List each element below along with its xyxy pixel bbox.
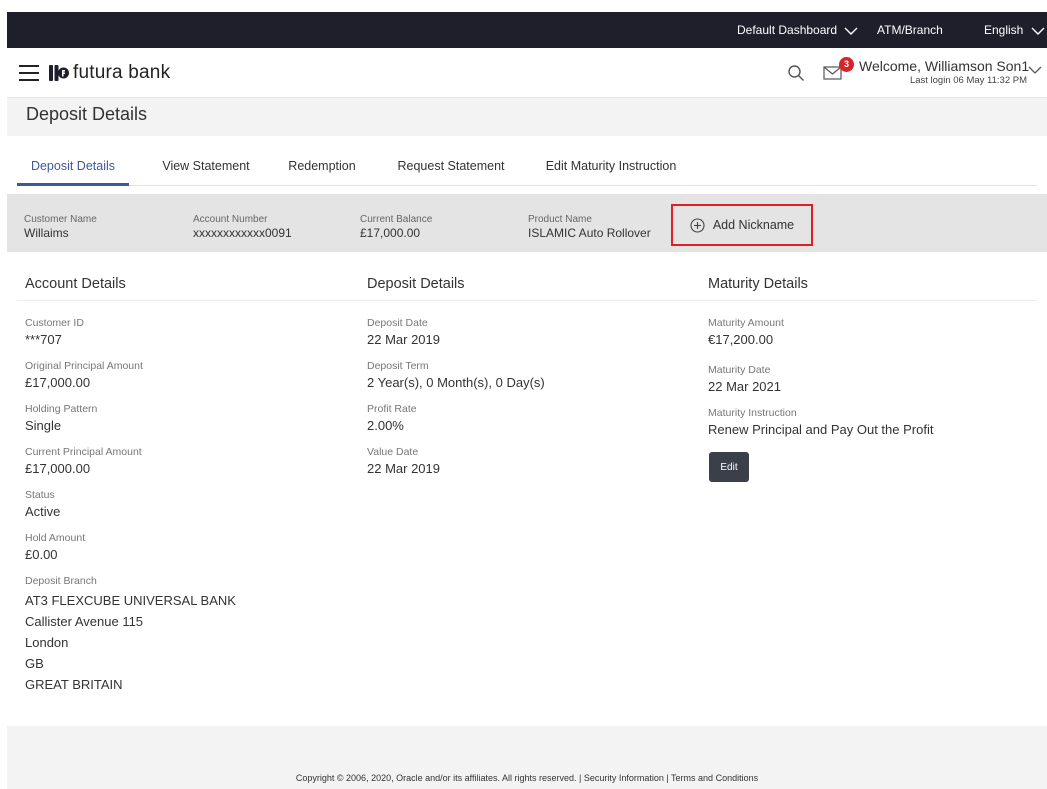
customer-name-summary: Customer Name Willaims <box>24 214 97 240</box>
branch-city: London <box>25 635 69 650</box>
customer-name-value: Willaims <box>24 226 69 240</box>
brand-name: futura bank <box>73 62 171 83</box>
tab-redemption[interactable]: Redemption <box>283 146 361 186</box>
field-label: Deposit Term <box>367 360 429 372</box>
field-value: £17,000.00 <box>25 375 91 390</box>
account-number-summary: Account Number xxxxxxxxxxxx0091 <box>193 214 292 240</box>
dashboard-selector[interactable]: Default Dashboard <box>737 12 858 48</box>
last-login-text: Last login 06 May 11:32 PM <box>909 75 1027 86</box>
field-label: Deposit Date <box>367 317 428 329</box>
brand-logo[interactable]: futura bank <box>49 60 170 86</box>
account-details-heading: Account Details <box>25 276 126 292</box>
holding-pattern-field: Holding Pattern Single <box>25 403 97 433</box>
deposit-details-heading: Deposit Details <box>367 276 465 292</box>
current-balance-label: Current Balance <box>360 214 433 225</box>
maturity-amount-field: Maturity Amount €17,200.00 <box>708 317 784 347</box>
field-label: Maturity Amount <box>708 317 784 329</box>
tab-bar: Deposit Details View Statement Redemptio… <box>17 146 1037 186</box>
account-number-value: xxxxxxxxxxxx0091 <box>193 226 292 240</box>
field-value: Single <box>25 418 62 433</box>
add-circle-icon <box>690 217 705 233</box>
page-title: Deposit Details <box>26 104 148 124</box>
footer-copyright: Copyright © 2006, 2020, Oracle and/or it… <box>295 773 759 783</box>
menu-icon[interactable] <box>19 65 39 81</box>
tab-deposit-details[interactable]: Deposit Details <box>17 146 129 186</box>
chevron-down-icon <box>1031 27 1045 35</box>
section-divider <box>17 300 1037 301</box>
field-value: 22 Mar 2021 <box>708 379 781 394</box>
branch-country-code: GB <box>25 656 44 671</box>
field-value: €17,200.00 <box>708 332 774 347</box>
language-selector[interactable]: English <box>984 12 1045 48</box>
deposit-card: Deposit Details View Statement Redemptio… <box>7 136 1047 726</box>
current-principal-field: Current Principal Amount £17,000.00 <box>25 446 142 476</box>
tab-edit-maturity-instruction[interactable]: Edit Maturity Instruction <box>535 146 687 186</box>
current-balance-summary: Current Balance £17,000.00 <box>360 214 432 240</box>
maturity-instruction-field: Maturity Instruction Renew Principal and… <box>708 407 933 437</box>
field-label: Customer ID <box>25 317 84 329</box>
maturity-details-heading: Maturity Details <box>708 276 808 292</box>
futura-logo-icon <box>49 65 69 81</box>
field-label: Current Principal Amount <box>25 446 142 458</box>
field-label: Status <box>25 489 55 501</box>
product-name-label: Product Name <box>528 214 592 225</box>
field-value: 22 Mar 2019 <box>367 332 440 347</box>
app-header: futura bank 3 Welcome, Williamson Son1 L… <box>7 48 1047 98</box>
field-value: £0.00 <box>25 547 58 562</box>
customer-id-field: Customer ID ***707 <box>25 317 84 347</box>
product-name-value: ISLAMIC Auto Rollover <box>528 226 651 240</box>
field-value: Active <box>25 504 61 519</box>
chevron-down-icon[interactable] <box>1028 65 1042 75</box>
account-summary-bar: Customer Name Willaims Account Number xx… <box>7 194 1047 252</box>
chevron-down-icon <box>844 27 858 35</box>
field-label: Original Principal Amount <box>25 360 143 372</box>
field-value: 2 Year(s), 0 Month(s), 0 Day(s) <box>367 375 545 390</box>
tab-request-statement[interactable]: Request Statement <box>389 146 513 186</box>
top-bar: Default Dashboard ATM/Branch English <box>7 12 1047 48</box>
field-value: 22 Mar 2019 <box>367 461 440 476</box>
product-name-summary: Product Name ISLAMIC Auto Rollover <box>528 214 651 240</box>
dashboard-label: Default Dashboard <box>737 23 838 37</box>
hold-amount-field: Hold Amount £0.00 <box>25 532 85 562</box>
edit-maturity-button[interactable]: Edit <box>709 452 749 482</box>
branch-country: GREAT BRITAIN <box>25 677 123 692</box>
field-label: Holding Pattern <box>25 403 98 415</box>
branch-name: AT3 FLEXCUBE UNIVERSAL BANK <box>25 593 236 608</box>
status-field: Status Active <box>25 489 60 519</box>
field-label: Value Date <box>367 446 419 458</box>
field-label: Maturity Date <box>708 364 771 376</box>
field-label: Maturity Instruction <box>708 407 797 419</box>
original-principal-field: Original Principal Amount £17,000.00 <box>25 360 143 390</box>
maturity-date-field: Maturity Date 22 Mar 2021 <box>708 364 781 394</box>
atm-branch-link[interactable]: ATM/Branch <box>877 12 943 48</box>
field-label: Profit Rate <box>367 403 417 415</box>
deposit-date-field: Deposit Date 22 Mar 2019 <box>367 317 440 347</box>
language-label: English <box>984 23 1024 37</box>
add-nickname-button[interactable]: Add Nickname <box>671 204 813 246</box>
customer-name-label: Customer Name <box>24 214 97 225</box>
branch-street: Callister Avenue 115 <box>25 614 144 629</box>
current-balance-value: £17,000.00 <box>360 226 421 240</box>
deposit-branch-field: Deposit Branch AT3 FLEXCUBE UNIVERSAL BA… <box>25 575 236 695</box>
account-number-label: Account Number <box>193 214 268 225</box>
add-nickname-label: Add Nickname <box>712 218 795 232</box>
value-date-field: Value Date 22 Mar 2019 <box>367 446 440 476</box>
field-value: £17,000.00 <box>25 461 91 476</box>
user-menu[interactable]: Welcome, Williamson Son1 Last login 06 M… <box>859 58 1030 86</box>
welcome-text: Welcome, Williamson Son1 <box>859 58 1030 74</box>
tab-view-statement[interactable]: View Statement <box>157 146 255 186</box>
profit-rate-field: Profit Rate 2.00% <box>367 403 417 433</box>
field-value: 2.00% <box>367 418 404 433</box>
field-label: Hold Amount <box>25 532 86 544</box>
deposit-term-field: Deposit Term 2 Year(s), 0 Month(s), 0 Da… <box>367 360 545 390</box>
mail-count-badge: 3 <box>839 57 854 72</box>
field-value: Renew Principal and Pay Out the Profit <box>708 422 934 437</box>
search-icon[interactable] <box>787 64 805 82</box>
field-label: Deposit Branch <box>25 575 97 587</box>
field-value: ***707 <box>25 332 62 347</box>
